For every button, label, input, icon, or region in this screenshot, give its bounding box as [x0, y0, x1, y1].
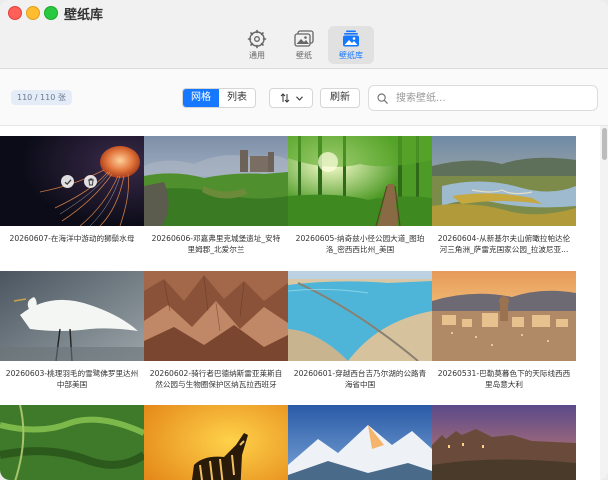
wallpaper-card[interactable]: 20260601-穿越西台吉乃尔湖的公路青海省中国 [288, 271, 432, 390]
view-list-button[interactable]: 列表 [219, 89, 255, 107]
tab-general[interactable]: 通用 [234, 26, 280, 64]
lake-road-image [288, 271, 432, 361]
wallpaper-thumbnail[interactable] [144, 405, 288, 480]
wallpaper-card[interactable]: 20260606-邓嘉弗里克城堡遗址_安特里姆郡_北爱尔兰 [144, 136, 288, 255]
wallpaper-thumbnail[interactable] [144, 271, 288, 361]
view-grid-button[interactable]: 网格 [183, 89, 219, 107]
window-title: 壁纸库 [64, 8, 104, 23]
wallpaper-thumbnail[interactable] [288, 271, 432, 361]
sort-arrows-icon [280, 93, 289, 103]
scrollbar[interactable] [600, 126, 608, 480]
delta-image [432, 136, 576, 226]
wallpaper-card[interactable] [432, 405, 576, 480]
wallpaper-thumbnail[interactable] [288, 405, 432, 480]
tab-wallpaper[interactable]: 壁纸 [281, 26, 327, 64]
wallpaper-caption: 20260602-骑行者巴德纳斯雷亚莱斯自然公园与生物圈保护区纳瓦拉西班牙 [149, 369, 283, 389]
zoom-window-button[interactable] [44, 6, 58, 20]
search-input[interactable] [394, 91, 588, 105]
trash-icon [87, 178, 94, 185]
checkmark-icon [64, 178, 71, 185]
tab-library-label: 壁纸库 [339, 51, 363, 60]
wallpaper-grid: 20260607-在海洋中游动的狮鬃水母 20260606-邓嘉弗里克城堡遗址_… [0, 126, 600, 480]
search-field[interactable] [368, 85, 598, 111]
wallpaper-caption: 20260606-邓嘉弗里克城堡遗址_安特里姆郡_北爱尔兰 [151, 234, 281, 254]
aerial-green-image [0, 405, 144, 480]
close-window-button[interactable] [8, 6, 22, 20]
wallpaper-thumbnail[interactable] [0, 271, 144, 361]
delete-wallpaper-button[interactable] [84, 175, 97, 188]
wallpaper-thumbnail[interactable] [0, 136, 144, 226]
refresh-button[interactable]: 刷新 [320, 88, 360, 108]
wallpaper-card[interactable] [0, 405, 144, 480]
wallpaper-thumbnail[interactable] [432, 271, 576, 361]
wallpaper-caption: 20260601-穿越西台吉乃尔湖的公路青海省中国 [293, 369, 427, 389]
wallpaper-card[interactable]: 20260531-巴勒莫暮色下的天际线西西里岛意大利 [432, 271, 576, 390]
gallery-icon [343, 30, 359, 47]
wallpaper-thumbnail[interactable] [288, 136, 432, 226]
view-mode-segmented: 网格 列表 [182, 88, 256, 108]
mountain-image [288, 405, 432, 480]
castle-dusk-image [432, 405, 576, 480]
castle-image [144, 136, 288, 226]
forest-image [288, 136, 432, 226]
tab-wallpaper-label: 壁纸 [296, 51, 312, 60]
wallpaper-caption: 20260603-桃理羽毛的雪鹭佛罗里达州中部美国 [5, 369, 139, 389]
photos-icon [294, 30, 314, 47]
wallpaper-card[interactable]: 20260602-骑行者巴德纳斯雷亚莱斯自然公园与生物圈保护区纳瓦拉西班牙 [144, 271, 288, 390]
search-icon [377, 92, 388, 104]
wallpaper-thumbnail[interactable] [144, 136, 288, 226]
wallpaper-card[interactable]: 20260607-在海洋中游动的狮鬃水母 [0, 136, 144, 244]
wallpaper-caption: 20260605-纳奇兹小径公园大道_图珀洛_密西西比州_美国 [295, 234, 425, 254]
sort-button[interactable] [269, 88, 313, 108]
minimize-window-button[interactable] [26, 6, 40, 20]
chevron-down-icon [295, 95, 303, 101]
wallpaper-card[interactable] [144, 405, 288, 480]
wallpaper-caption: 20260607-在海洋中游动的狮鬃水母 [9, 234, 135, 243]
wallpaper-card[interactable]: 20260604-从新基尔夫山俯瞰拉帕达伦河三角洲_萨雷克国家公园_拉波尼亚..… [432, 136, 576, 255]
wallpaper-card[interactable]: 20260603-桃理羽毛的雪鹭佛罗里达州中部美国 [0, 271, 144, 390]
set-wallpaper-button[interactable] [61, 175, 74, 188]
wallpaper-thumbnail[interactable] [432, 136, 576, 226]
zebra-image [144, 405, 288, 480]
app-window: 壁纸库 通用 壁纸 壁纸库 110 / 110 张 网格 列表 刷新 搜索壁纸.… [0, 0, 608, 480]
city-dusk-image [432, 271, 576, 361]
title-bar: 壁纸库 通用 壁纸 壁纸库 [0, 0, 608, 69]
scrollbar-thumb[interactable] [602, 128, 607, 160]
controls-bar: 110 / 110 张 网格 列表 刷新 [0, 69, 608, 126]
badlands-image [144, 271, 288, 361]
wallpaper-card[interactable] [288, 405, 432, 480]
gear-icon [247, 29, 267, 49]
wallpaper-caption: 20260604-从新基尔夫山俯瞰拉帕达伦河三角洲_萨雷克国家公园_拉波尼亚..… [437, 234, 571, 254]
wallpaper-thumbnail[interactable] [432, 405, 576, 480]
count-badge: 110 / 110 张 [11, 90, 72, 105]
tab-general-label: 通用 [249, 51, 265, 60]
wallpaper-thumbnail[interactable] [0, 405, 144, 480]
egret-image [0, 271, 144, 361]
wallpaper-card[interactable]: 20260605-纳奇兹小径公园大道_图珀洛_密西西比州_美国 [288, 136, 432, 255]
thumbnail-actions [61, 175, 97, 188]
wallpaper-caption: 20260531-巴勒莫暮色下的天际线西西里岛意大利 [437, 369, 571, 389]
tab-library[interactable]: 壁纸库 [328, 26, 374, 64]
